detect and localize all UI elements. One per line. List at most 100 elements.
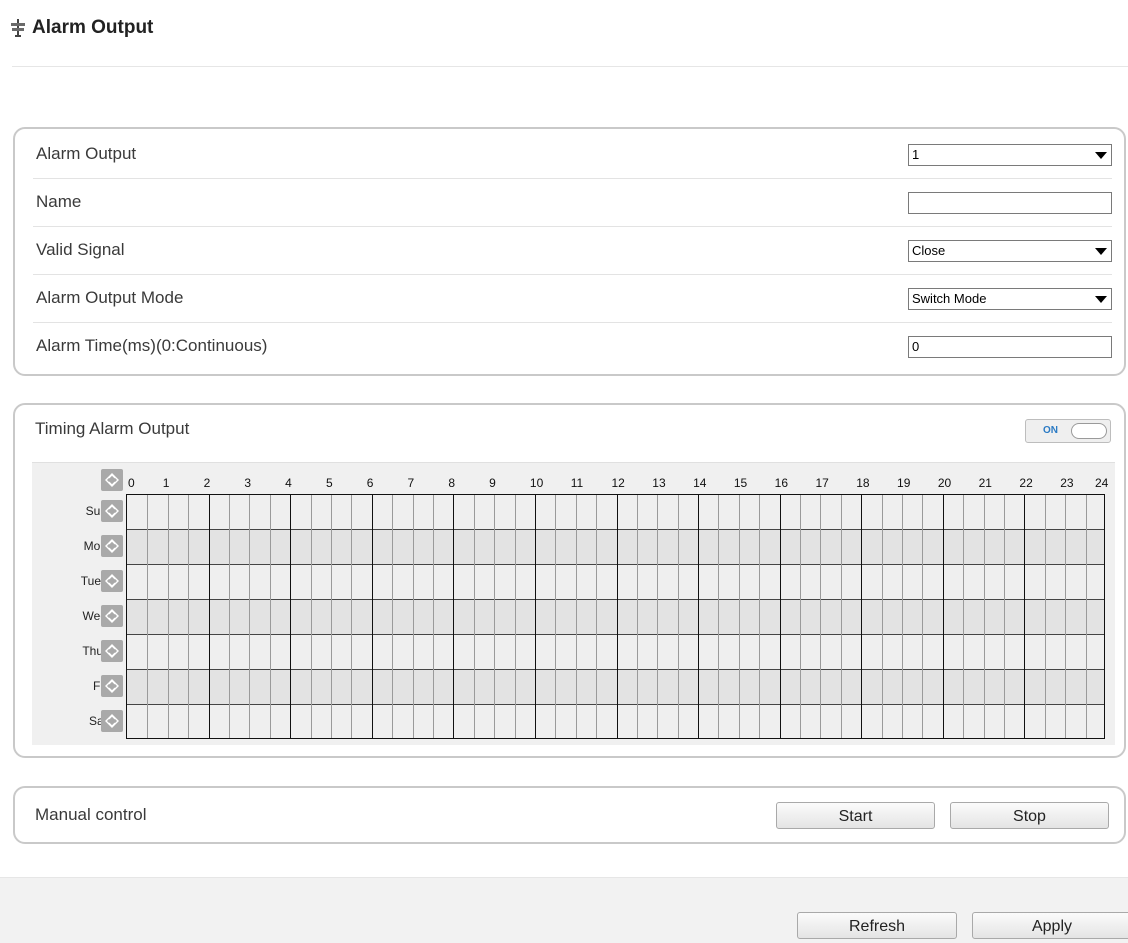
- alarm-output-value: 1: [912, 147, 920, 162]
- alarm-output-mode-value: Switch Mode: [912, 291, 987, 306]
- schedule-row-wed[interactable]: [127, 600, 1104, 635]
- row-divider: [127, 704, 1104, 705]
- half-hour-divider: [1085, 495, 1087, 738]
- schedule-row-fri[interactable]: [127, 670, 1104, 705]
- schedule-row-sat[interactable]: [127, 705, 1104, 740]
- half-hour-divider: [636, 495, 638, 738]
- hour-divider: [534, 495, 536, 738]
- hour-label: 15: [733, 476, 748, 490]
- timing-toggle[interactable]: ON: [1025, 419, 1111, 443]
- page-title: Alarm Output: [32, 17, 154, 38]
- alarm-output-mode-label: Alarm Output Mode: [36, 288, 184, 307]
- chevron-down-icon: [1095, 152, 1107, 159]
- hour-label: 10: [529, 476, 544, 490]
- hour-label: 21: [978, 476, 992, 490]
- copy-day-button[interactable]: [101, 675, 123, 697]
- alarm-settings-panel: Alarm Output 1 Name Valid Signal Close A…: [13, 127, 1126, 376]
- alarm-time-row: Alarm Time(ms)(0:Continuous) 0: [33, 322, 1112, 370]
- alarm-output-mode-row: Alarm Output Mode Switch Mode: [33, 274, 1112, 323]
- toggle-on-label: ON: [1043, 425, 1058, 436]
- hour-label: 6: [366, 476, 374, 490]
- header-divider: [12, 66, 1128, 67]
- copy-schedule-icon: [105, 574, 119, 588]
- alarm-time-label: Alarm Time(ms)(0:Continuous): [36, 336, 268, 355]
- half-hour-divider: [657, 495, 659, 738]
- hour-label: 16: [774, 476, 789, 490]
- manual-control-label: Manual control: [35, 805, 147, 824]
- alarm-output-mode-select[interactable]: Switch Mode: [908, 288, 1112, 310]
- hour-label: 18: [856, 476, 870, 490]
- schedule-row-sun[interactable]: [127, 495, 1104, 530]
- copy-day-button[interactable]: [101, 570, 123, 592]
- refresh-button[interactable]: Refresh: [797, 912, 957, 939]
- hour-divider: [208, 495, 210, 738]
- copy-all-days-button[interactable]: [101, 469, 123, 491]
- half-hour-divider: [677, 495, 679, 738]
- valid-signal-select[interactable]: Close: [908, 240, 1112, 262]
- hour-divider: [371, 495, 373, 738]
- alarm-output-select[interactable]: 1: [908, 144, 1112, 166]
- copy-day-button[interactable]: [101, 535, 123, 557]
- hour-label: 5: [325, 476, 333, 490]
- apply-button[interactable]: Apply: [972, 912, 1128, 939]
- half-hour-divider: [1044, 495, 1046, 738]
- half-hour-divider: [555, 495, 557, 738]
- half-hour-divider: [249, 495, 251, 738]
- row-divider: [127, 599, 1104, 600]
- hour-divider: [453, 495, 455, 738]
- hour-label: 3: [244, 476, 252, 490]
- hour-label: 9: [489, 476, 496, 490]
- copy-schedule-icon: [105, 609, 119, 623]
- half-hour-divider: [1065, 495, 1067, 738]
- half-hour-divider: [392, 495, 394, 738]
- schedule-row-tues[interactable]: [127, 565, 1104, 600]
- name-row: Name: [33, 178, 1112, 227]
- copy-day-button[interactable]: [101, 605, 123, 627]
- half-hour-divider: [494, 495, 496, 738]
- half-hour-divider: [412, 495, 414, 738]
- hour-divider: [290, 495, 292, 738]
- half-hour-divider: [432, 495, 434, 738]
- half-hour-divider: [983, 495, 985, 738]
- half-hour-divider: [473, 495, 475, 738]
- toggle-knob: [1071, 423, 1107, 439]
- half-hour-divider: [147, 495, 149, 738]
- schedule-row-mon[interactable]: [127, 530, 1104, 565]
- copy-day-button[interactable]: [101, 500, 123, 522]
- name-label: Name: [36, 192, 82, 211]
- half-hour-divider: [840, 495, 842, 738]
- copy-schedule-icon: [105, 644, 119, 658]
- alarm-time-input[interactable]: 0: [908, 336, 1112, 358]
- copy-schedule-icon: [105, 504, 119, 518]
- half-hour-divider: [718, 495, 720, 738]
- hour-divider: [698, 495, 700, 738]
- page-header: Alarm Output: [10, 12, 153, 44]
- half-hour-divider: [820, 495, 822, 738]
- copy-schedule-icon: [105, 539, 119, 553]
- copy-schedule-icon: [105, 473, 119, 487]
- half-hour-divider: [759, 495, 761, 738]
- half-hour-divider: [330, 495, 332, 738]
- row-divider: [127, 634, 1104, 635]
- hour-label: 1: [162, 476, 170, 490]
- copy-day-button[interactable]: [101, 710, 123, 732]
- hour-label: 23: [1060, 476, 1074, 490]
- hour-label: 11: [570, 476, 584, 490]
- schedule-grid[interactable]: [126, 494, 1105, 739]
- hour-divider: [942, 495, 944, 738]
- copy-day-button[interactable]: [101, 640, 123, 662]
- hour-divider: [779, 495, 781, 738]
- half-hour-divider: [167, 495, 169, 738]
- hour-label: 2: [203, 476, 211, 490]
- name-input[interactable]: [908, 192, 1112, 214]
- hour-label: 13: [652, 476, 666, 490]
- half-hour-divider: [963, 495, 965, 738]
- start-button[interactable]: Start: [776, 802, 935, 829]
- hour-label: 20: [937, 476, 952, 490]
- stop-button[interactable]: Stop: [950, 802, 1109, 829]
- half-hour-divider: [922, 495, 924, 738]
- hour-divider: [861, 495, 863, 738]
- alarm-output-label: Alarm Output: [36, 144, 137, 163]
- hour-label: 8: [448, 476, 456, 490]
- schedule-row-thur[interactable]: [127, 635, 1104, 670]
